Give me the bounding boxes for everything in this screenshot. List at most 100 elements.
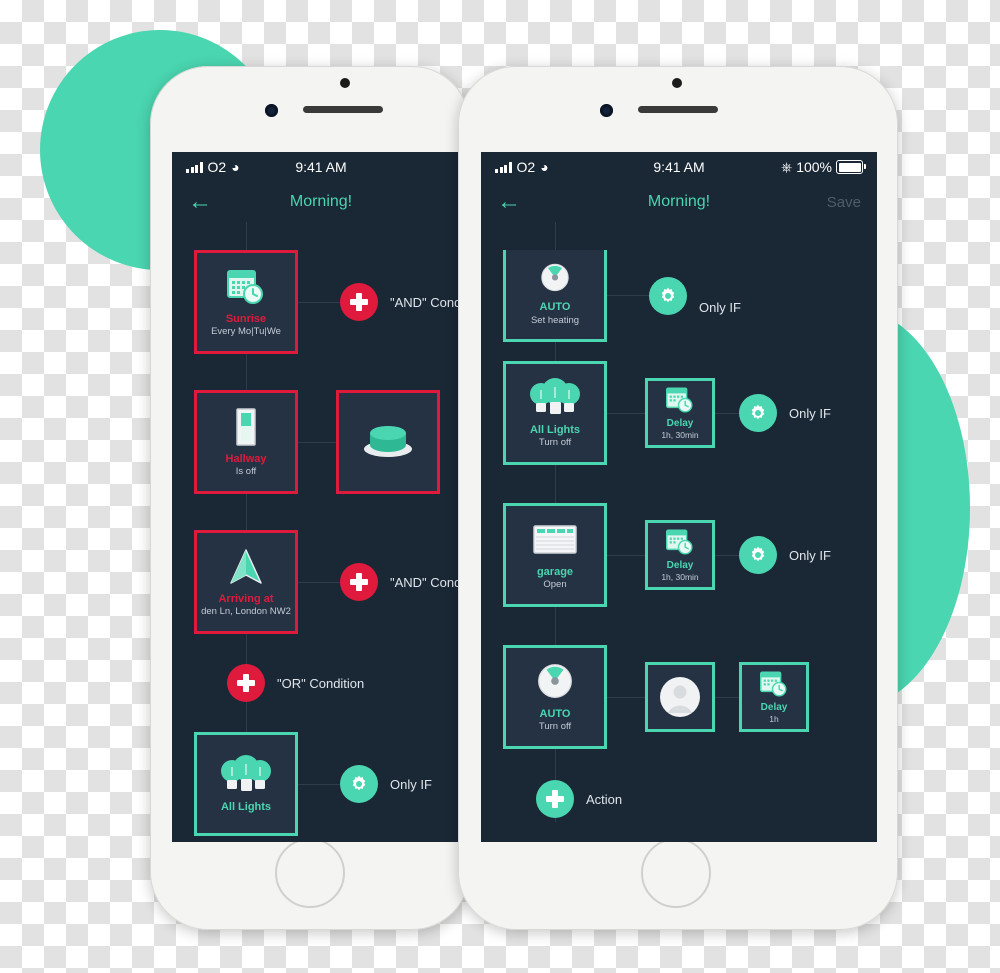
connector-line [607, 554, 645, 556]
connector-line [715, 554, 739, 556]
light-bulbs-icon [527, 377, 583, 419]
add-or-condition-button[interactable] [227, 664, 265, 702]
card-sunrise[interactable]: Sunrise Every Mo|Tu|We [194, 250, 298, 354]
gear-icon [658, 286, 678, 306]
app-screen-right: O2 ◕ 9:41 AM ⎈ 100% ← Morning! Save AUTO… [481, 152, 877, 842]
status-bar-right-group: ⎈ 100% [781, 159, 866, 176]
plus-icon [350, 293, 368, 311]
connector-line [298, 783, 340, 785]
card-title: Sunrise [225, 312, 267, 325]
connector-line [298, 441, 336, 443]
card-auto-turn-off[interactable]: AUTO Turn off [503, 645, 607, 749]
card-title: Delay [666, 417, 694, 429]
card-subtitle: Every Mo|Tu|We [211, 326, 281, 338]
home-button[interactable] [641, 838, 711, 908]
only-if-button-1[interactable] [649, 277, 687, 315]
card-garage[interactable]: garage Open [503, 503, 607, 607]
card-subtitle: Turn off [538, 437, 572, 449]
garage-door-icon [531, 519, 579, 561]
only-if-label-1: Only IF [699, 300, 741, 315]
status-time-left: 9:41 AM [295, 159, 347, 175]
only-if-button[interactable] [340, 765, 378, 803]
card-all-lights[interactable]: All Lights [194, 732, 298, 836]
calendar-clock-icon [759, 669, 789, 699]
flow-row-auto-turnoff: AUTO Turn off Delay 1h [481, 626, 877, 768]
card-all-lights[interactable]: All Lights Turn off [503, 361, 607, 465]
plus-icon [350, 573, 368, 591]
earpiece-speaker [638, 106, 718, 113]
connector-line [607, 295, 649, 296]
card-delay-2[interactable]: Delay 1h, 30min [645, 520, 715, 590]
card-subtitle: 1h [769, 714, 779, 725]
card-auto-set-heating[interactable]: AUTO Set heating [503, 250, 607, 342]
flow-row-hallway: Hallway Is off [172, 372, 470, 512]
card-person[interactable] [645, 662, 715, 732]
app-screen-left: O2 ◕ 9:41 AM ← Morning! Sunrise Every Mo… [172, 152, 470, 842]
card-subtitle: Is off [235, 466, 257, 478]
card-arriving-at[interactable]: Arriving at den Ln, London NW2 [194, 530, 298, 634]
nav-bar-left: ← Morning! [172, 182, 470, 222]
page-title-left: Morning! [289, 193, 353, 210]
card-title: Delay [760, 701, 788, 713]
flow-row-sunrise: Sunrise Every Mo|Tu|We "AND" Condit [172, 232, 470, 372]
card-delay-3[interactable]: Delay 1h [739, 662, 809, 732]
card-title: Delay [666, 559, 694, 571]
status-bar-left: O2 ◕ 9:41 AM [172, 152, 470, 182]
card-subtitle: den Ln, London NW2 [201, 606, 291, 618]
card-title: All Lights [220, 800, 272, 813]
connector-line [715, 696, 739, 698]
battery-percent-label: 100% [796, 159, 832, 175]
card-title: All Lights [529, 423, 581, 436]
flow-row-action: Action [481, 768, 877, 830]
front-camera-icon [600, 104, 613, 117]
toggle-switch-icon [234, 406, 258, 448]
proximity-sensor-icon [672, 78, 682, 88]
earpiece-speaker [303, 106, 383, 113]
card-title: AUTO [539, 301, 571, 313]
add-and-condition-button-2[interactable] [340, 563, 378, 601]
save-button[interactable]: Save [827, 194, 861, 211]
automation-flow-right: AUTO Set heating Only IF All Lights Turn… [481, 222, 877, 842]
connector-line [715, 412, 739, 414]
battery-icon [836, 160, 866, 174]
proximity-sensor-icon [340, 78, 350, 88]
home-button[interactable] [275, 838, 345, 908]
card-title: garage [536, 565, 574, 578]
green-button-icon [360, 416, 416, 464]
only-if-button-3[interactable] [739, 536, 777, 574]
page-title-right: Morning! [647, 193, 711, 210]
thermostat-dial-icon [533, 262, 577, 296]
gear-icon [748, 403, 768, 423]
card-subtitle: Turn off [538, 721, 572, 733]
flow-row-arriving: Arriving at den Ln, London NW2 "AND" Con… [172, 512, 470, 652]
flow-row-auto-heating: AUTO Set heating Only IF [481, 222, 877, 342]
only-if-label-3: Only IF [789, 547, 831, 563]
only-if-label-2: Only IF [789, 405, 831, 421]
card-subtitle: Open [543, 579, 567, 591]
nav-bar-right: ← Morning! Save [481, 182, 877, 222]
add-action-button[interactable] [536, 780, 574, 818]
flow-row-or-condition: "OR" Condition [172, 652, 470, 714]
only-if-button-2[interactable] [739, 394, 777, 432]
flow-row-garage-delay: garage Open Delay 1h, 30min Only IF [481, 484, 877, 626]
and-condition-label: "AND" Condit [390, 294, 468, 310]
card-subtitle: 1h, 30min [661, 572, 699, 583]
front-camera-icon [265, 104, 278, 117]
and-condition-label-2: "AND" Condit [390, 574, 468, 590]
automation-flow-left: Sunrise Every Mo|Tu|We "AND" Condit Hall… [172, 222, 470, 842]
card-title: AUTO [539, 707, 571, 720]
calendar-clock-icon [665, 527, 695, 557]
plus-icon [546, 790, 564, 808]
card-title: Hallway [225, 452, 267, 465]
connector-line [298, 301, 340, 303]
card-delay-1[interactable]: Delay 1h, 30min [645, 378, 715, 448]
card-hallway[interactable]: Hallway Is off [194, 390, 298, 494]
plus-icon [237, 674, 255, 692]
card-title: Arriving at [218, 592, 274, 605]
calendar-clock-icon [665, 385, 695, 415]
light-bulbs-icon [218, 754, 274, 796]
gear-icon [349, 774, 369, 794]
add-and-condition-button[interactable] [340, 283, 378, 321]
or-condition-label: "OR" Condition [277, 675, 365, 691]
card-green-button[interactable] [336, 390, 440, 494]
